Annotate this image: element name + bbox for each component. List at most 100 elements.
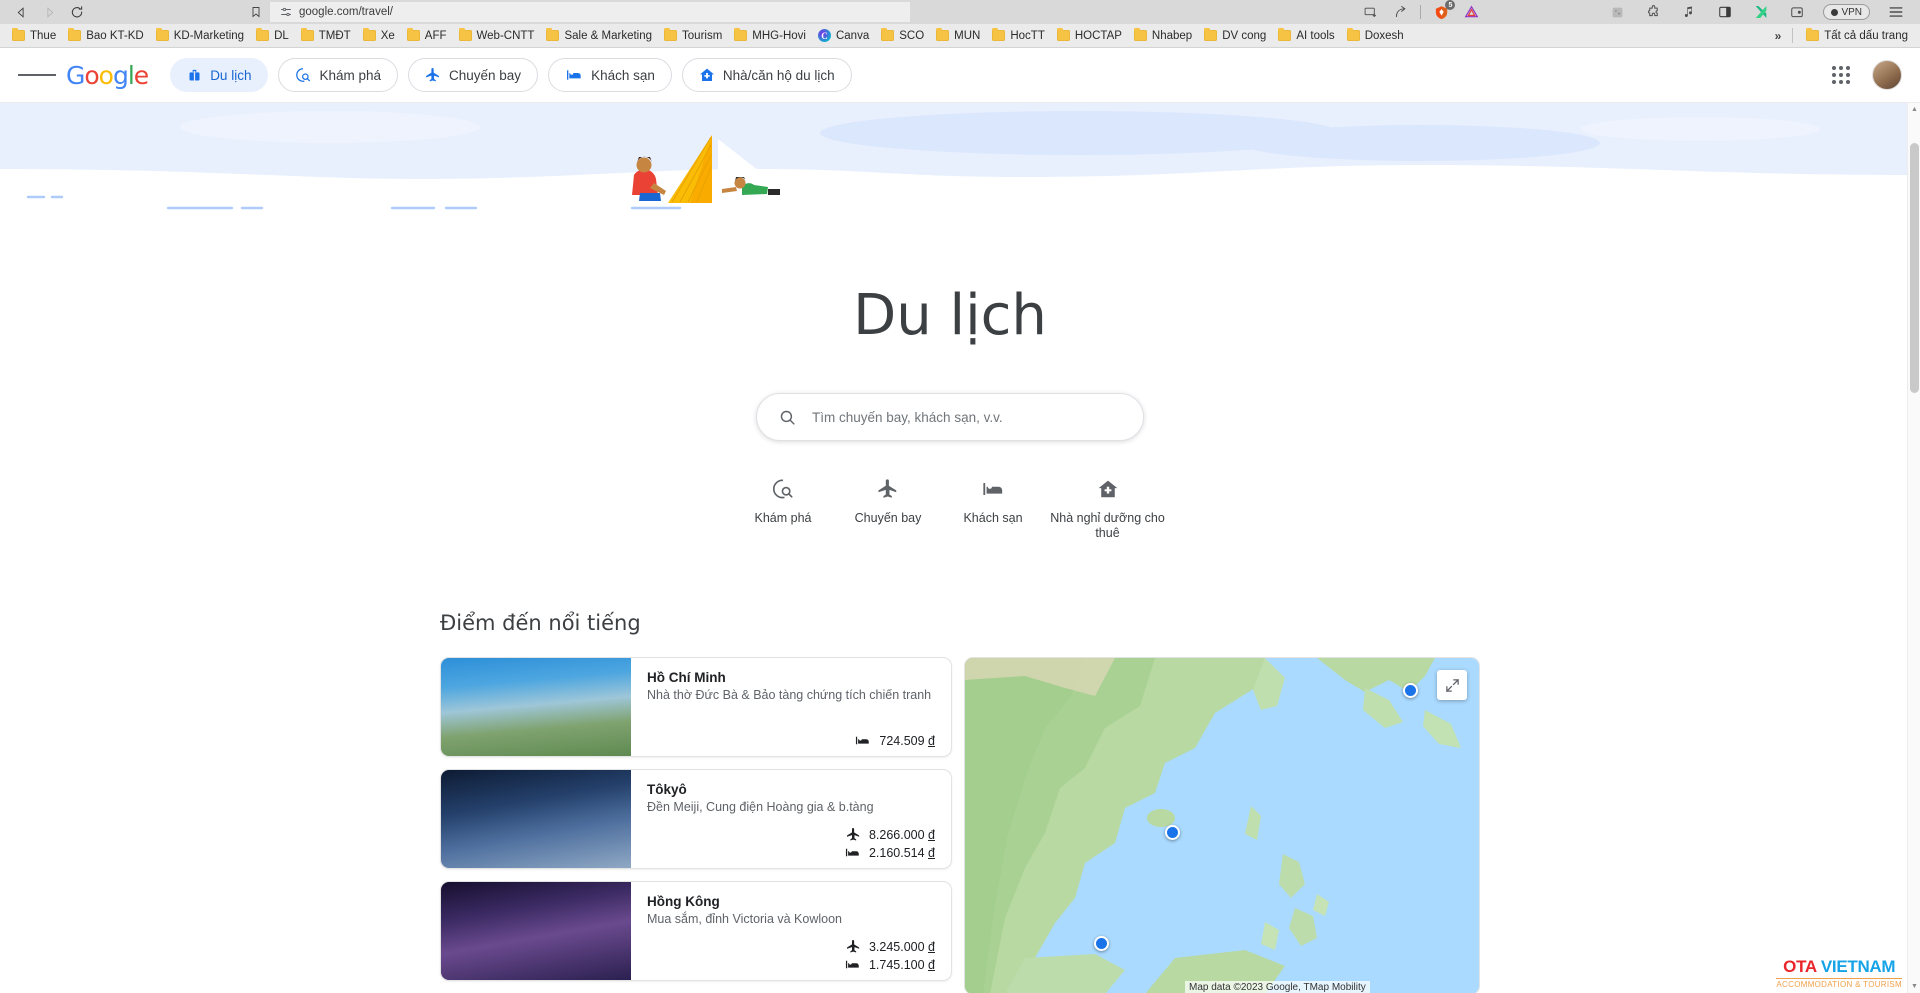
bookmark-item[interactable]: MHG-Hovi	[728, 27, 812, 44]
browser-menu-icon[interactable]	[1886, 3, 1906, 21]
price-amount: 2.160.514 đ	[868, 845, 935, 860]
quick-action-khach-san[interactable]: Khách sạn	[941, 471, 1046, 541]
bookmark-icon[interactable]	[244, 2, 268, 22]
vpn-button[interactable]: VPN	[1823, 4, 1870, 20]
nav-pill-nha-can-ho[interactable]: Nhà/căn hộ du lịch	[681, 58, 852, 92]
bookmark-items: Thue Bao KT-KD KD-Marketing DL TMĐT Xe AFF Web-…	[6, 27, 1410, 44]
destination-card[interactable]: Hồng Kông Mua sắm, đỉnh Victoria và Kowlo…	[440, 881, 952, 981]
forward-button[interactable]	[36, 2, 62, 22]
bookmark-item[interactable]: Sale & Marketing	[540, 27, 658, 44]
back-button[interactable]	[8, 2, 34, 22]
flight-icon	[877, 477, 899, 501]
quick-action-chuyen-bay[interactable]: Chuyến bay	[836, 471, 941, 541]
folder-icon	[155, 27, 169, 41]
bookmark-item[interactable]: Web-CNTT	[453, 27, 541, 44]
reload-button[interactable]	[64, 2, 90, 22]
search-box[interactable]	[756, 393, 1144, 441]
vacation-home-icon	[1097, 477, 1119, 501]
price-currency: đ	[928, 939, 935, 954]
vpn-label: VPN	[1841, 6, 1862, 18]
google-travel-header: Google Du lịch Khám phá Chuyến bay Khách…	[0, 48, 1920, 103]
watermark-brand-first: OTA	[1783, 957, 1817, 976]
bookmark-item[interactable]: HocTT	[986, 27, 1051, 44]
bookmark-item[interactable]: HOCTAP	[1051, 27, 1128, 44]
hotel-bed-icon	[981, 477, 1005, 501]
bookmark-label: DV cong	[1222, 29, 1267, 42]
all-bookmarks-button[interactable]: Tất cả dấu trang	[1800, 27, 1914, 44]
hero-illustration	[0, 103, 1920, 210]
bookmark-label: Sale & Marketing	[564, 29, 653, 42]
sidebar-toggle-icon[interactable]	[1715, 3, 1735, 21]
nav-pill-khach-san[interactable]: Khách sạn	[548, 58, 672, 92]
quick-actions: Khám phá Chuyến bay Khách sạn Nhà nghỉ d…	[0, 471, 1900, 541]
google-apps-icon[interactable]	[1824, 58, 1858, 92]
explore-icon	[295, 67, 311, 83]
triangle-extension-icon[interactable]	[1461, 3, 1481, 21]
bookmark-item[interactable]: Bao KT-KD	[62, 27, 150, 44]
bookmarks-overflow-chevron[interactable]: »	[1771, 29, 1786, 43]
scroll-down-arrow[interactable]: ▼	[1911, 983, 1919, 990]
map-pin-ho-chi-minh[interactable]	[1094, 936, 1109, 951]
destination-card[interactable]: Hồ Chí Minh Nhà thờ Đức Bà & Bảo tàng chứ…	[440, 657, 952, 757]
avatar[interactable]	[1872, 60, 1902, 90]
bookmark-label: Tourism	[682, 29, 723, 42]
bookmark-label: Nhabep	[1151, 29, 1193, 42]
map-expand-button[interactable]	[1437, 670, 1467, 700]
bookmark-item[interactable]: Nhabep	[1128, 27, 1198, 44]
folder-icon	[992, 27, 1006, 41]
site-settings-icon[interactable]	[280, 6, 292, 18]
destination-name: Hồng Kông	[647, 894, 720, 909]
bookmark-item[interactable]: Doxesh	[1341, 27, 1410, 44]
quick-action-label: Khách sạn	[963, 511, 1023, 525]
bookmark-item[interactable]: TMĐT	[295, 27, 357, 44]
bookmark-label: HOCTAP	[1074, 29, 1122, 42]
bookmark-label: MHG-Hovi	[752, 29, 806, 42]
bookmarks-bar: Thue Bao KT-KD KD-Marketing DL TMĐT Xe AFF Web-…	[0, 24, 1920, 48]
address-bar[interactable]: google.com/travel/	[270, 2, 910, 22]
map-pin-hong-kong[interactable]	[1165, 825, 1180, 840]
folder-icon	[300, 27, 314, 41]
brave-shield-icon[interactable]: 5	[1431, 0, 1456, 21]
cast-icon[interactable]	[1360, 3, 1380, 21]
bookmark-label: MUN	[954, 29, 981, 42]
destination-price-flight: 3.245.000 đ	[846, 939, 935, 954]
hotel-bed-icon	[844, 957, 861, 972]
page-scrollbar[interactable]: ▲ ▼	[1907, 103, 1920, 993]
bookmark-item[interactable]: AFF	[401, 27, 453, 44]
quick-action-kham-pha[interactable]: Khám phá	[731, 471, 836, 541]
destinations-map[interactable]: Map data ©2023 Google, TMap Mobility	[964, 657, 1480, 993]
folder-icon	[458, 27, 472, 41]
destination-card-body: Hồng Kông Mua sắm, đỉnh Victoria và Kowlo…	[631, 882, 951, 980]
watermark-divider	[1776, 977, 1902, 979]
bookmark-item[interactable]: Tourism	[658, 27, 728, 44]
scroll-up-arrow[interactable]: ▲	[1911, 106, 1919, 113]
search-input[interactable]	[812, 409, 1121, 425]
bookmark-item[interactable]: C Canva	[812, 27, 875, 44]
map-pin-tokyo[interactable]	[1403, 683, 1418, 698]
destination-prices: 8.266.000 đ 2.160.514 đ	[647, 827, 935, 860]
main-menu-icon[interactable]	[18, 56, 57, 94]
puzzle-extension-icon[interactable]	[1643, 3, 1663, 21]
bookmark-item[interactable]: MUN	[930, 27, 986, 44]
x-extension-icon[interactable]	[1751, 3, 1771, 21]
bookmark-item[interactable]: SCO	[875, 27, 930, 44]
bookmark-item[interactable]: Thue	[6, 27, 62, 44]
all-bookmarks-label: Tất cả dấu trang	[1824, 29, 1908, 42]
destination-card[interactable]: Tôkyô Đền Meiji, Cung điện Hoàng gia & b.…	[440, 769, 952, 869]
bookmark-item[interactable]: AI tools	[1272, 27, 1340, 44]
google-logo[interactable]: Google	[66, 61, 149, 90]
scrollbar-thumb[interactable]	[1910, 143, 1919, 393]
bookmark-item[interactable]: Xe	[357, 27, 401, 44]
cookie-extension-icon[interactable]	[1607, 3, 1627, 21]
nav-pill-kham-pha[interactable]: Khám phá	[278, 58, 398, 92]
share-icon[interactable]	[1390, 3, 1410, 21]
bookmark-item[interactable]: DV cong	[1198, 27, 1272, 44]
nav-pill-du-lich[interactable]: Du lịch	[170, 58, 269, 92]
quick-action-nha-nghi-duong[interactable]: Nhà nghỉ dưỡng cho thuê	[1046, 471, 1170, 541]
music-extension-icon[interactable]	[1679, 3, 1699, 21]
bookmark-item[interactable]: KD-Marketing	[150, 27, 250, 44]
wallet-extension-icon[interactable]	[1787, 3, 1807, 21]
section-title: Điểm đến nổi tiếng	[440, 611, 641, 635]
nav-pill-chuyen-bay[interactable]: Chuyến bay	[408, 58, 539, 92]
bookmark-item[interactable]: DL	[250, 27, 295, 44]
